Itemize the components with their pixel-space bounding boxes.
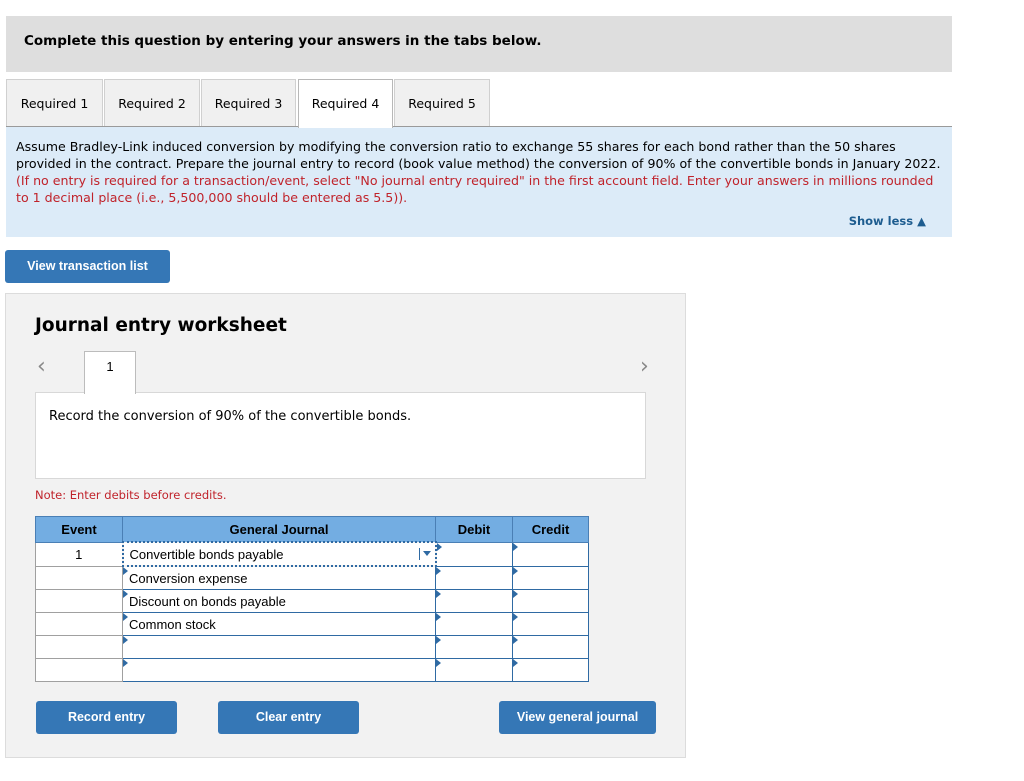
input-marker-icon <box>436 566 441 575</box>
credit-input[interactable] <box>512 589 589 613</box>
debit-input[interactable] <box>435 612 513 636</box>
input-marker-icon <box>123 636 128 644</box>
tab-required-5[interactable]: Required 5 <box>394 79 490 126</box>
table-row: 1 Convertible bonds payable <box>35 541 589 567</box>
account-select[interactable]: Discount on bonds payable <box>122 589 436 613</box>
debit-input[interactable] <box>435 635 513 659</box>
tab-required-3[interactable]: Required 3 <box>201 79 296 126</box>
instruction-text: Complete this question by entering your … <box>24 33 542 49</box>
event-cell <box>35 589 123 613</box>
event-cell <box>35 565 123 590</box>
question-text: Assume Bradley-Link induced conversion b… <box>16 138 946 206</box>
account-value: Discount on bonds payable <box>129 593 286 609</box>
column-header-event: Event <box>35 516 123 543</box>
input-marker-icon <box>436 659 441 667</box>
question-instruction: (If no entry is required for a transacti… <box>16 173 934 205</box>
credit-input[interactable] <box>512 635 589 659</box>
input-marker-icon <box>123 567 128 575</box>
account-value: Common stock <box>129 616 216 632</box>
event-cell <box>35 612 123 636</box>
input-marker-icon <box>513 590 518 598</box>
input-marker-icon <box>436 542 442 551</box>
input-marker-icon <box>436 613 441 621</box>
chevron-left-icon[interactable]: ‹ <box>37 354 46 379</box>
event-cell <box>35 635 123 659</box>
input-marker-icon <box>513 659 518 667</box>
entry-tab-1[interactable]: 1 <box>84 351 136 394</box>
show-less-link[interactable]: Show less ▲ <box>849 214 926 228</box>
record-entry-button[interactable]: Record entry <box>36 701 177 734</box>
account-value: Convertible bonds payable <box>129 546 284 562</box>
debits-note: Note: Enter debits before credits. <box>35 488 227 502</box>
debit-input[interactable] <box>435 565 513 590</box>
tab-required-2[interactable]: Required 2 <box>104 79 200 126</box>
credit-input[interactable] <box>512 565 589 590</box>
credit-input[interactable] <box>512 658 589 682</box>
view-transaction-list-button[interactable]: View transaction list <box>5 250 170 283</box>
account-select[interactable]: Common stock <box>122 612 436 636</box>
show-less-label: Show less <box>848 214 914 228</box>
table-row <box>35 658 589 682</box>
instruction-header: Complete this question by entering your … <box>6 16 952 72</box>
credit-input[interactable] <box>512 541 589 567</box>
column-header-credit: Credit <box>512 516 589 543</box>
input-marker-icon <box>123 659 128 667</box>
general-journal-table: Event General Journal Debit Credit 1 Con… <box>35 516 589 682</box>
credit-input[interactable] <box>512 612 589 636</box>
tab-required-4[interactable]: Required 4 <box>298 79 393 128</box>
column-header-general-journal: General Journal <box>122 516 436 543</box>
event-cell: 1 <box>35 541 123 567</box>
question-panel: Assume Bradley-Link induced conversion b… <box>6 127 952 237</box>
clear-entry-button[interactable]: Clear entry <box>218 701 359 734</box>
journal-entry-worksheet: Journal entry worksheet ‹ › 1 Record the… <box>5 293 686 758</box>
chevron-right-icon[interactable]: › <box>640 354 649 379</box>
tab-required-1[interactable]: Required 1 <box>6 79 103 126</box>
account-select[interactable]: Conversion expense <box>122 565 436 590</box>
table-row <box>35 635 589 659</box>
entry-description: Record the conversion of 90% of the conv… <box>49 409 412 424</box>
account-select[interactable] <box>122 635 436 659</box>
table-row: Discount on bonds payable <box>35 589 589 613</box>
input-marker-icon <box>513 613 518 621</box>
event-cell <box>35 658 123 682</box>
account-select[interactable]: Convertible bonds payable <box>121 541 437 567</box>
entry-description-box: Record the conversion of 90% of the conv… <box>35 392 646 479</box>
account-value: Conversion expense <box>129 570 248 586</box>
column-header-debit: Debit <box>435 516 513 543</box>
triangle-up-icon: ▲ <box>917 214 926 228</box>
input-marker-icon <box>436 590 441 598</box>
input-marker-icon <box>123 613 128 621</box>
table-row: Conversion expense <box>35 565 589 590</box>
input-marker-icon <box>436 636 441 644</box>
debit-input[interactable] <box>435 541 513 567</box>
table-row: Common stock <box>35 612 589 636</box>
debit-input[interactable] <box>435 658 513 682</box>
table-header-row: Event General Journal Debit Credit <box>35 516 589 543</box>
worksheet-title: Journal entry worksheet <box>35 315 287 336</box>
debit-input[interactable] <box>435 589 513 613</box>
dropdown-arrow-icon[interactable] <box>418 548 432 560</box>
input-marker-icon <box>123 590 128 598</box>
input-marker-icon <box>513 636 518 644</box>
input-marker-icon <box>513 566 518 575</box>
account-select[interactable] <box>122 658 436 682</box>
question-body: Assume Bradley-Link induced conversion b… <box>16 139 941 171</box>
input-marker-icon <box>513 542 518 551</box>
view-general-journal-button[interactable]: View general journal <box>499 701 656 734</box>
